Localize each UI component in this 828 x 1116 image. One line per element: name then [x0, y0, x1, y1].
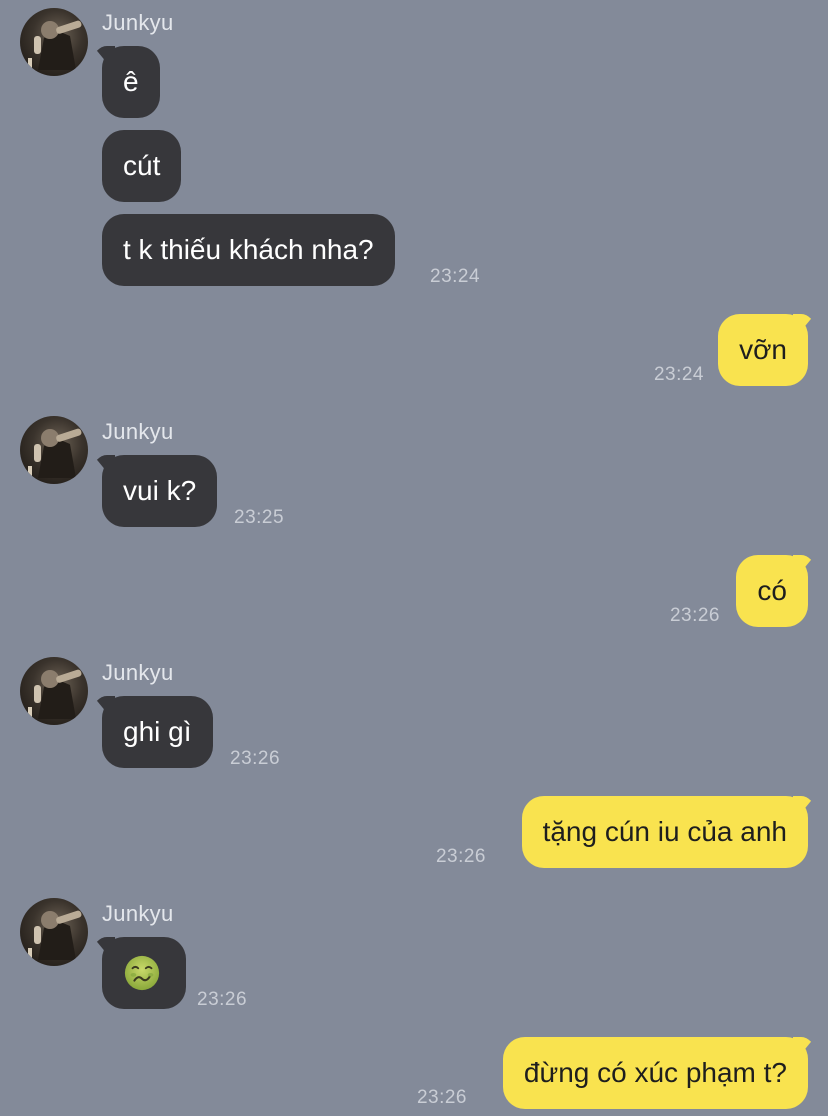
- message-bubble-incoming[interactable]: cút: [102, 130, 182, 202]
- message-bubble-incoming[interactable]: ghi gì: [102, 696, 213, 768]
- message-bubble-incoming[interactable]: t k thiếu khách nha?: [102, 214, 395, 286]
- message-bubble-outgoing[interactable]: đừng có xúc phạm t?: [502, 1037, 808, 1109]
- contact-avatar[interactable]: [20, 8, 88, 76]
- message-timestamp: 23:24: [653, 364, 704, 385]
- chat-view: Junkyu ê cút t k thiếu khách nha? 23:24 …: [0, 0, 828, 1116]
- message-bubble-incoming[interactable]: [102, 937, 186, 1009]
- message-timestamp: 23:25: [234, 507, 285, 528]
- contact-avatar[interactable]: [20, 416, 88, 484]
- message-bubble-outgoing[interactable]: tặng cún iu của anh: [521, 796, 808, 868]
- message-timestamp: 23:24: [430, 266, 481, 287]
- message-timestamp: 23:26: [435, 846, 486, 867]
- sender-name: Junkyu: [102, 660, 174, 685]
- message-bubble-incoming[interactable]: vui k?: [102, 455, 218, 527]
- sender-name: Junkyu: [102, 419, 174, 444]
- message-timestamp: 23:26: [416, 1087, 467, 1108]
- contact-avatar[interactable]: [20, 657, 88, 725]
- contact-avatar[interactable]: [20, 898, 88, 966]
- sender-name: Junkyu: [102, 10, 174, 35]
- nauseated-face-icon: [124, 955, 160, 990]
- message-bubble-outgoing[interactable]: vỡn: [718, 314, 808, 386]
- message-timestamp: 23:26: [230, 748, 281, 769]
- message-bubble-incoming[interactable]: ê: [102, 46, 160, 118]
- message-bubble-outgoing[interactable]: có: [736, 555, 808, 627]
- sender-name: Junkyu: [102, 901, 174, 926]
- message-timestamp: 23:26: [669, 605, 720, 626]
- message-timestamp: 23:26: [197, 989, 248, 1010]
